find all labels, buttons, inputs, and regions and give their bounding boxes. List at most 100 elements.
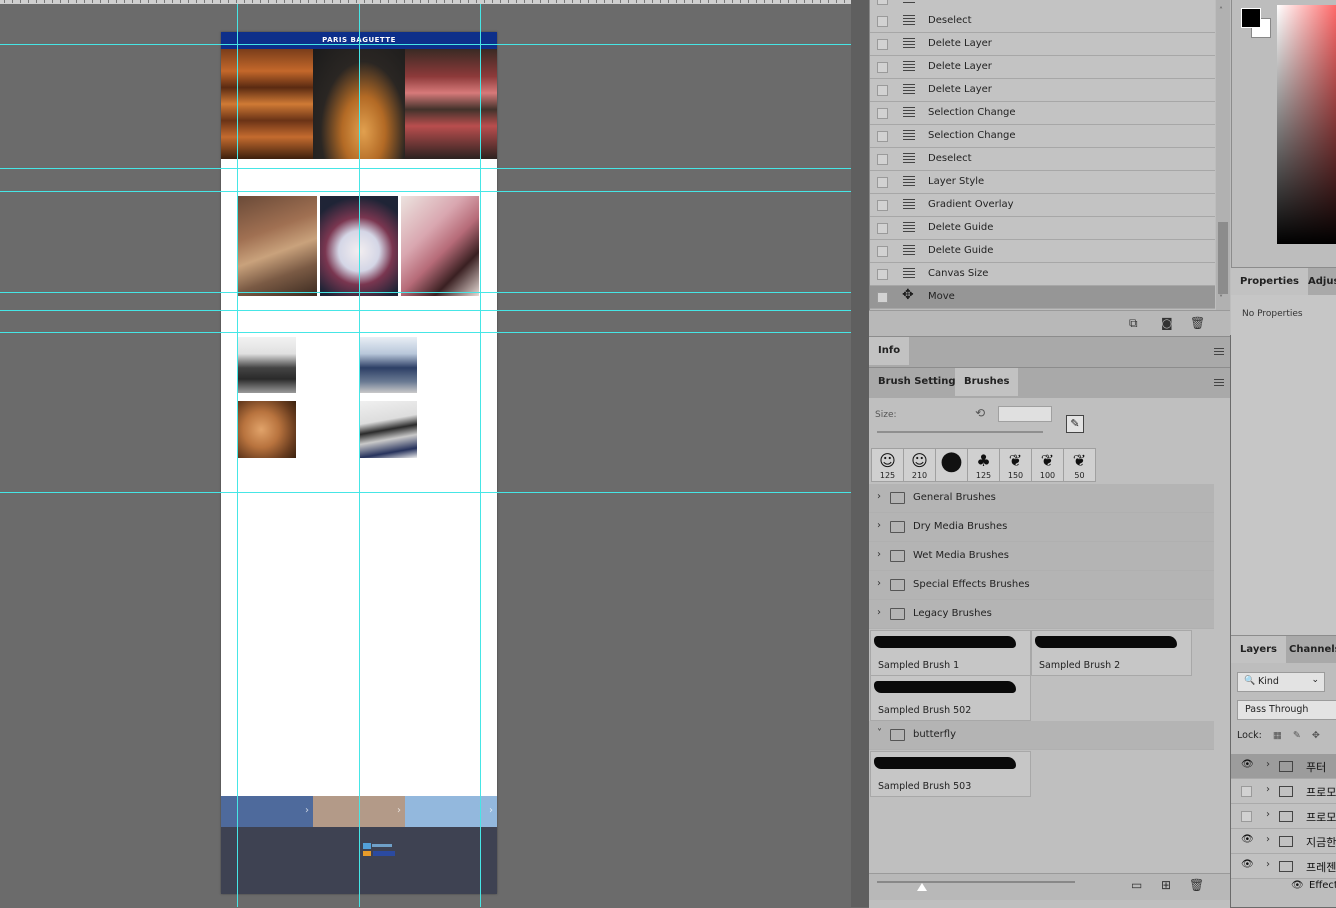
layer-group-row[interactable]: › 프로모 xyxy=(1231,804,1336,829)
tab-adjustments[interactable]: Adjust xyxy=(1299,268,1336,296)
foreground-color-swatch[interactable] xyxy=(1241,8,1261,28)
history-item[interactable]: Delete Guide xyxy=(870,217,1215,240)
history-scroll-thumb[interactable] xyxy=(1218,222,1228,294)
guide-vertical[interactable] xyxy=(480,4,481,907)
brush-group[interactable]: › Wet Media Brushes xyxy=(869,542,1214,571)
visibility-toggle[interactable] xyxy=(1241,811,1252,822)
tab-layers[interactable]: Layers xyxy=(1231,636,1286,664)
history-item[interactable]: Delete Layer xyxy=(870,56,1215,79)
brush-preset[interactable]: ❦ 150 xyxy=(999,448,1032,482)
eye-icon[interactable]: 👁 xyxy=(1291,880,1304,891)
chevron-down-icon[interactable]: ˅ xyxy=(877,728,882,739)
size-slider[interactable] xyxy=(877,431,1043,433)
brush-preset[interactable]: ❦ 50 xyxy=(1063,448,1096,482)
panel-menu-icon[interactable] xyxy=(1214,348,1224,355)
history-item[interactable]: Gradient Overlay xyxy=(870,194,1215,217)
eye-icon[interactable]: 👁 xyxy=(1241,759,1254,770)
history-checkbox[interactable] xyxy=(877,246,888,257)
chevron-right-icon[interactable]: › xyxy=(877,607,881,618)
history-item[interactable]: Delete Layer xyxy=(870,33,1215,56)
history-item[interactable]: Selection Change xyxy=(870,102,1215,125)
lock-transparency-icon[interactable]: ▦ xyxy=(1273,730,1282,741)
guide-horizontal[interactable] xyxy=(0,44,851,45)
guide-horizontal[interactable] xyxy=(0,292,851,293)
eye-icon[interactable]: 👁 xyxy=(1241,834,1254,845)
history-checkbox[interactable] xyxy=(877,85,888,96)
history-item[interactable]: Delete Layer xyxy=(870,79,1215,102)
brush-preset[interactable]: ☺ 210 xyxy=(903,448,936,482)
new-brush-icon[interactable]: ✎ xyxy=(1066,415,1084,433)
chevron-right-icon[interactable]: › xyxy=(1266,834,1270,845)
blend-mode-select[interactable]: Pass Through xyxy=(1237,700,1336,720)
history-checkbox[interactable] xyxy=(877,16,888,27)
tab-channels[interactable]: Channels xyxy=(1280,636,1336,664)
tab-brushes[interactable]: Brushes xyxy=(955,368,1019,396)
history-checkbox[interactable] xyxy=(877,0,888,5)
brush-group[interactable]: › Legacy Brushes xyxy=(869,600,1214,629)
eye-icon[interactable]: 👁 xyxy=(1241,859,1254,870)
history-item[interactable]: Selection Change xyxy=(870,125,1215,148)
history-item[interactable]: ✥ Move xyxy=(870,286,1215,309)
size-input[interactable] xyxy=(998,406,1052,422)
brush-group[interactable]: › Dry Media Brushes xyxy=(869,513,1214,542)
brush-preset[interactable]: ☺ 125 xyxy=(871,448,904,482)
chevron-right-icon[interactable]: › xyxy=(877,549,881,560)
scroll-down-icon[interactable]: ˅ xyxy=(1219,294,1223,303)
trash-icon[interactable]: 🗑 xyxy=(1189,878,1204,892)
layer-effect-row[interactable]: 👁 Effect xyxy=(1231,878,1336,896)
layer-group-row[interactable]: 👁 › 프레젠 xyxy=(1231,854,1336,879)
history-checkbox[interactable] xyxy=(877,177,888,188)
brush-preset[interactable]: ● xyxy=(935,446,968,482)
new-document-from-state-icon[interactable]: ⧉ xyxy=(1129,316,1138,331)
history-checkbox[interactable] xyxy=(877,292,888,303)
lock-pixels-icon[interactable]: ✎ xyxy=(1293,730,1301,741)
chevron-right-icon[interactable]: › xyxy=(877,520,881,531)
history-checkbox[interactable] xyxy=(877,39,888,50)
history-item[interactable]: Canvas Size xyxy=(870,263,1215,286)
sampled-brush-tile[interactable]: Sampled Brush 503 xyxy=(870,751,1031,797)
guide-vertical[interactable] xyxy=(359,4,360,907)
slider-knob[interactable] xyxy=(917,883,927,891)
chevron-right-icon[interactable]: › xyxy=(877,491,881,502)
folder-icon[interactable]: ▭ xyxy=(1131,878,1142,892)
tab-info[interactable]: Info xyxy=(869,337,910,365)
guide-horizontal[interactable] xyxy=(0,191,851,192)
add-icon[interactable]: ⊞ xyxy=(1161,878,1171,892)
history-checkbox[interactable] xyxy=(877,154,888,165)
visibility-toggle[interactable] xyxy=(1241,786,1252,797)
chevron-right-icon[interactable]: › xyxy=(877,578,881,589)
camera-icon[interactable]: ◙ xyxy=(1161,316,1173,330)
preview-size-slider[interactable] xyxy=(877,881,1075,883)
history-item[interactable]: Deselect xyxy=(870,10,1215,33)
guide-vertical[interactable] xyxy=(237,4,238,907)
layer-group-row[interactable]: 👁 › 푸터 xyxy=(1231,754,1336,779)
layer-filter-select[interactable]: 🔍 Kind ⌄ xyxy=(1237,672,1325,692)
history-checkbox[interactable] xyxy=(877,223,888,234)
history-checkbox[interactable] xyxy=(877,269,888,280)
guide-horizontal[interactable] xyxy=(0,168,851,169)
layer-group-row[interactable]: › 프로모 xyxy=(1231,779,1336,804)
lock-position-icon[interactable]: ✥ xyxy=(1312,730,1320,741)
scroll-up-icon[interactable]: ˄ xyxy=(1219,6,1223,15)
sampled-brush-tile[interactable]: Sampled Brush 2 xyxy=(1031,630,1192,676)
chevron-right-icon[interactable]: › xyxy=(1266,859,1270,870)
history-item[interactable]: Deselect xyxy=(870,148,1215,171)
brush-group[interactable]: › General Brushes xyxy=(869,484,1214,513)
history-checkbox[interactable] xyxy=(877,108,888,119)
sampled-brush-tile[interactable]: Sampled Brush 1 xyxy=(870,630,1031,676)
panel-menu-icon[interactable] xyxy=(1214,379,1224,386)
chevron-right-icon[interactable]: › xyxy=(1266,784,1270,795)
history-checkbox[interactable] xyxy=(877,131,888,142)
tab-properties[interactable]: Properties xyxy=(1231,268,1308,296)
brush-preset[interactable]: ♣ 125 xyxy=(967,448,1000,482)
history-checkbox[interactable] xyxy=(877,62,888,73)
chevron-right-icon[interactable]: › xyxy=(1266,809,1270,820)
color-picker-field[interactable] xyxy=(1277,5,1336,244)
history-item[interactable]: Delete Guide xyxy=(870,240,1215,263)
history-checkbox[interactable] xyxy=(877,200,888,211)
guide-horizontal[interactable] xyxy=(0,310,851,311)
brush-group[interactable]: › Special Effects Brushes xyxy=(869,571,1214,600)
guide-horizontal[interactable] xyxy=(0,332,851,333)
brush-preset[interactable]: ❦ 100 xyxy=(1031,448,1064,482)
guide-horizontal[interactable] xyxy=(0,492,851,493)
